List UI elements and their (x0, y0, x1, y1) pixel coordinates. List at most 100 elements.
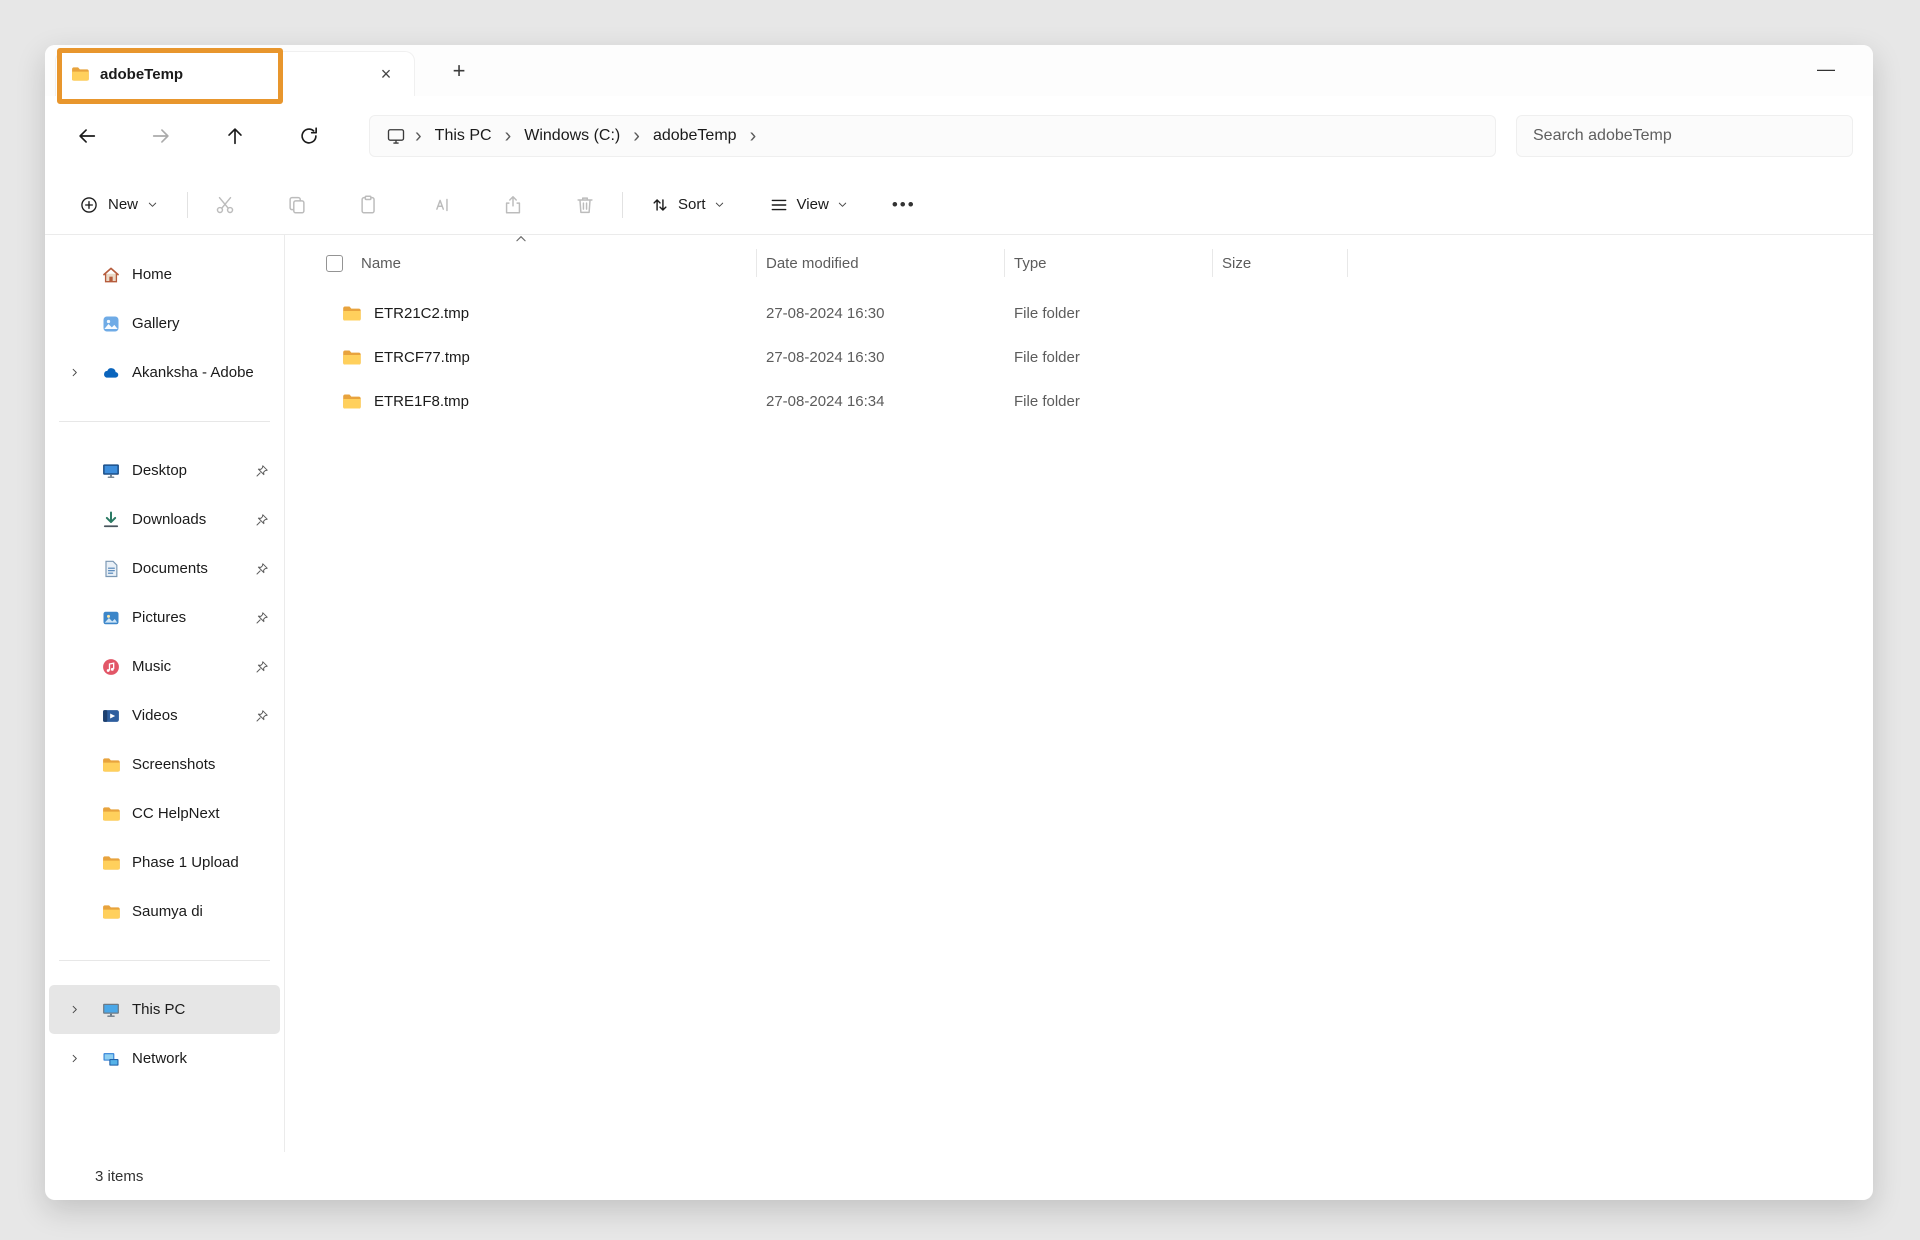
chevron-right-icon: › (743, 126, 764, 146)
file-name: ETRE1F8.tmp (374, 393, 469, 410)
more-options-button[interactable]: ••• (882, 185, 926, 225)
file-row[interactable]: ETR21C2.tmp 27-08-2024 16:30 File folder (286, 291, 1873, 335)
forward-button[interactable] (139, 114, 183, 158)
file-type: File folder (1005, 305, 1213, 322)
home-icon (101, 265, 121, 285)
chevron-right-icon: › (408, 126, 429, 146)
sidebar-item-desktop[interactable]: Desktop (49, 446, 280, 495)
chevron-right-icon[interactable] (61, 1053, 87, 1064)
breadcrumb-this-pc[interactable]: This PC (429, 123, 498, 149)
sidebar-item-home[interactable]: Home (49, 250, 280, 299)
chevron-right-icon[interactable] (61, 1004, 87, 1015)
breadcrumb-adobetemp[interactable]: adobeTemp (647, 123, 743, 149)
sidebar-divider (45, 936, 284, 985)
navigation-pane: Home Gallery Akanksha - Adobe Desktop (45, 235, 285, 1152)
tab-adobetemp[interactable]: adobeTemp × (55, 51, 415, 96)
folder-icon (101, 804, 121, 824)
desktop-icon (101, 461, 121, 481)
column-headers: Name Date modified Type Size (286, 243, 1873, 283)
sidebar-item-videos[interactable]: Videos (49, 691, 280, 740)
file-date-modified: 27-08-2024 16:30 (757, 349, 1005, 366)
tab-bar: adobeTemp × + — (45, 45, 1873, 96)
folder-icon (341, 347, 362, 368)
column-header-size[interactable]: Size (1213, 249, 1348, 277)
address-bar[interactable]: › This PC › Windows (C:) › adobeTemp › (369, 115, 1496, 157)
sidebar-item-gallery[interactable]: Gallery (49, 299, 280, 348)
pin-icon (254, 512, 270, 528)
refresh-button[interactable] (287, 114, 331, 158)
sort-button[interactable]: Sort (638, 185, 737, 225)
file-type: File folder (1005, 393, 1213, 410)
sidebar-item-screenshots[interactable]: Screenshots (49, 740, 280, 789)
tab-close-icon[interactable]: × (372, 60, 400, 88)
sidebar-item-onedrive[interactable]: Akanksha - Adobe (49, 348, 280, 397)
file-list-pane: Name Date modified Type Size ETR21C2.tmp (286, 235, 1873, 1152)
new-button[interactable]: New (65, 185, 172, 225)
search-input[interactable] (1516, 115, 1853, 157)
sidebar-item-saumya-di[interactable]: Saumya di (49, 887, 280, 936)
items-count: 3 items (95, 1168, 143, 1185)
sidebar-item-phase-1-upload[interactable]: Phase 1 Upload (49, 838, 280, 887)
sidebar-item-downloads[interactable]: Downloads (49, 495, 280, 544)
column-header-name[interactable]: Name (286, 249, 757, 277)
up-button[interactable] (213, 114, 257, 158)
view-button[interactable]: View (757, 185, 860, 225)
sort-ascending-icon[interactable] (514, 232, 528, 246)
plus-circle-icon (79, 195, 99, 215)
view-lines-icon (769, 195, 789, 215)
onedrive-cloud-icon (101, 363, 121, 383)
cut-button[interactable] (203, 185, 247, 225)
sort-button-label: Sort (678, 196, 706, 213)
network-icon (101, 1049, 121, 1069)
file-date-modified: 27-08-2024 16:34 (757, 393, 1005, 410)
chevron-down-icon (837, 199, 848, 210)
rename-button[interactable] (419, 185, 463, 225)
share-button[interactable] (491, 185, 535, 225)
delete-button[interactable] (563, 185, 607, 225)
gallery-icon (101, 314, 121, 334)
pictures-icon (101, 608, 121, 628)
pin-icon (254, 610, 270, 626)
sidebar-item-documents[interactable]: Documents (49, 544, 280, 593)
file-row[interactable]: ETRCF77.tmp 27-08-2024 16:30 File folder (286, 335, 1873, 379)
this-pc-icon (101, 1000, 121, 1020)
pin-icon (254, 708, 270, 724)
folder-icon (70, 64, 90, 84)
documents-icon (101, 559, 121, 579)
command-toolbar: New (45, 175, 1873, 235)
breadcrumb-windows-c[interactable]: Windows (C:) (518, 123, 626, 149)
minimize-button[interactable]: — (1809, 53, 1843, 85)
chevron-down-icon (714, 199, 725, 210)
sidebar-item-cc-helpnext[interactable]: CC HelpNext (49, 789, 280, 838)
chevron-right-icon[interactable] (61, 367, 87, 378)
music-icon (101, 657, 121, 677)
sidebar-item-music[interactable]: Music (49, 642, 280, 691)
file-explorer-window: adobeTemp × + — › This PC › Windows (C:) (45, 45, 1873, 1200)
sort-arrows-icon (650, 195, 670, 215)
chevron-right-icon: › (626, 126, 647, 146)
pin-icon (254, 659, 270, 675)
toolbar-divider (187, 192, 188, 218)
folder-icon (101, 902, 121, 922)
select-all-checkbox[interactable] (326, 255, 343, 272)
column-header-type[interactable]: Type (1005, 249, 1213, 277)
column-header-date-modified[interactable]: Date modified (757, 249, 1005, 277)
chevron-down-icon (147, 199, 158, 210)
navigation-bar: › This PC › Windows (C:) › adobeTemp › (45, 96, 1873, 175)
file-name: ETRCF77.tmp (374, 349, 470, 366)
folder-icon (101, 755, 121, 775)
view-button-label: View (797, 196, 829, 213)
folder-icon (341, 303, 362, 324)
file-rows: ETR21C2.tmp 27-08-2024 16:30 File folder… (286, 291, 1873, 423)
file-row[interactable]: ETRE1F8.tmp 27-08-2024 16:34 File folder (286, 379, 1873, 423)
new-tab-button[interactable]: + (444, 56, 474, 86)
back-button[interactable] (65, 114, 109, 158)
paste-button[interactable] (347, 185, 391, 225)
copy-button[interactable] (275, 185, 319, 225)
downloads-icon (101, 510, 121, 530)
sidebar-item-pictures[interactable]: Pictures (49, 593, 280, 642)
sidebar-item-this-pc[interactable]: This PC (49, 985, 280, 1034)
videos-icon (101, 706, 121, 726)
sidebar-item-network[interactable]: Network (49, 1034, 280, 1083)
this-pc-icon (386, 126, 406, 146)
